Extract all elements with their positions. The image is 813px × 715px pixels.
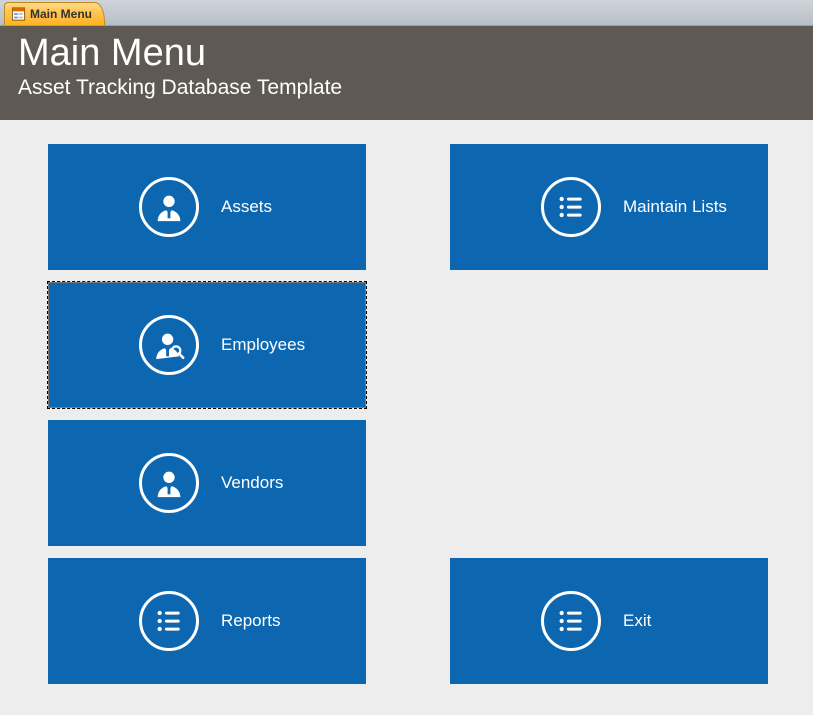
list-icon [541, 177, 601, 237]
page-title: Main Menu [18, 34, 795, 74]
tile-label: Vendors [221, 473, 283, 493]
form-icon [11, 7, 26, 21]
page-subtitle: Asset Tracking Database Template [18, 76, 795, 100]
form-header: Main Menu Asset Tracking Database Templa… [0, 26, 813, 120]
person-icon [139, 177, 199, 237]
tabstrip: Main Menu [0, 0, 813, 26]
tile-assets[interactable]: Assets [48, 144, 366, 270]
tab-label: Main Menu [30, 7, 92, 21]
tile-label: Exit [623, 611, 651, 631]
tab-main-menu[interactable]: Main Menu [4, 2, 105, 25]
menu-grid: Assets Maintain Lists [0, 120, 813, 708]
tile-exit[interactable]: Exit [450, 558, 768, 684]
tile-label: Maintain Lists [623, 197, 727, 217]
tile-label: Reports [221, 611, 281, 631]
tile-reports[interactable]: Reports [48, 558, 366, 684]
tile-maintain-lists[interactable]: Maintain Lists [450, 144, 768, 270]
tile-label: Assets [221, 197, 272, 217]
person-icon [139, 453, 199, 513]
list-icon [541, 591, 601, 651]
tile-employees[interactable]: Employees [48, 282, 366, 408]
person-search-icon [139, 315, 199, 375]
tile-vendors[interactable]: Vendors [48, 420, 366, 546]
list-icon [139, 591, 199, 651]
tile-label: Employees [221, 335, 305, 355]
